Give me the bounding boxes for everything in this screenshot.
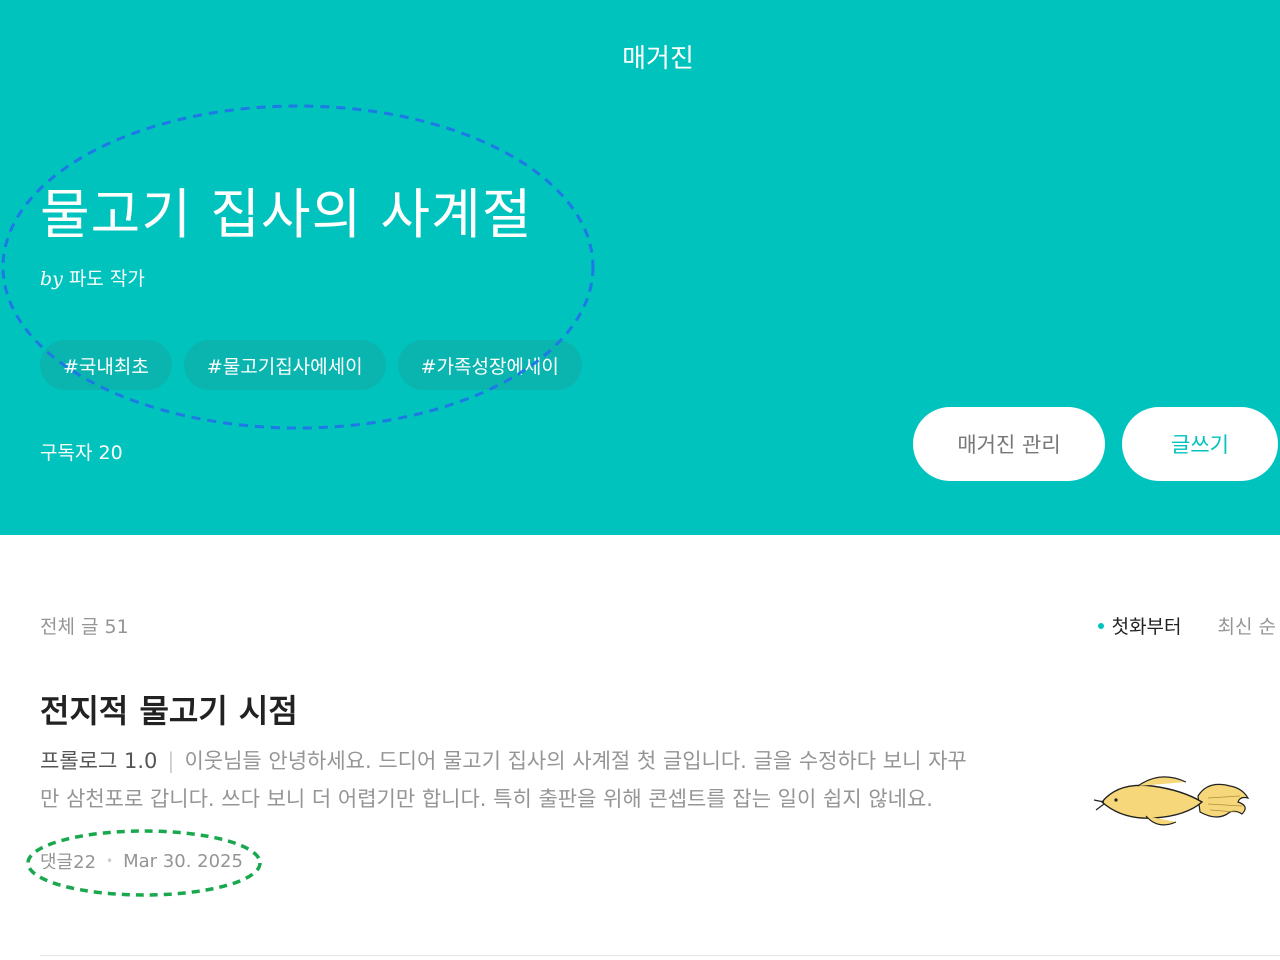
separator: | <box>167 749 175 773</box>
active-dot-icon <box>1097 622 1104 629</box>
tag-chip[interactable]: #물고기집사에세이 <box>183 340 386 390</box>
sort-latest[interactable]: 최신 순 <box>1218 612 1276 639</box>
article-date: Mar 30. 2025 <box>123 850 243 872</box>
write-button[interactable]: 글쓰기 <box>1122 407 1278 481</box>
sort-first-label: 첫화부터 <box>1111 616 1182 638</box>
sort-latest-label: 최신 순 <box>1217 616 1276 638</box>
sort-first[interactable]: 첫화부터 <box>1097 612 1182 639</box>
tag-chip[interactable]: #국내최초 <box>40 340 172 390</box>
comment-count: 댓글22 <box>40 852 97 873</box>
subscriber-count[interactable]: 구독자 20 <box>40 438 123 465</box>
meta-dot: • <box>106 854 114 868</box>
tag-chip[interactable]: #가족성장에세이 <box>397 340 582 390</box>
article-excerpt-text: 이웃님들 안녕하세요. 드디어 물고기 집사의 사계절 첫 글입니다. 글을 수… <box>40 749 967 811</box>
article-subtitle: 프롤로그 1.0 <box>40 749 158 773</box>
article-meta: 댓글22 • Mar 30. 2025 <box>40 848 243 874</box>
byline-prefix: by <box>40 268 63 290</box>
manage-magazine-button[interactable]: 매거진 관리 <box>913 407 1105 481</box>
author-link[interactable]: 파도 작가 <box>69 268 145 290</box>
article-excerpt: 프롤로그 1.0 | 이웃님들 안녕하세요. 드디어 물고기 집사의 사계절 첫 글… <box>40 742 970 818</box>
magazine-label: 매거진 <box>622 44 694 74</box>
list-divider <box>40 955 1280 956</box>
article-item[interactable]: 전지적 물고기 시점 프롤로그 1.0 | 이웃님들 안녕하세요. 드디어 물고기 … <box>0 680 1280 955</box>
fish-illustration-icon[interactable] <box>1090 772 1255 832</box>
magazine-hero: 매거진 물고기 집사의 사계절 by 파도 작가 #국내최초 #물고기집사에세이 … <box>0 0 1280 535</box>
tag-list: #국내최초 #물고기집사에세이 #가족성장에세이 <box>40 340 582 390</box>
sort-options: 첫화부터 최신 순 <box>1097 612 1276 639</box>
article-title[interactable]: 전지적 물고기 시점 <box>40 686 298 732</box>
post-count: 전체 글 51 <box>40 616 129 638</box>
magazine-title: 물고기 집사의 사계절 <box>40 183 533 246</box>
byline: by 파도 작가 <box>40 264 145 291</box>
